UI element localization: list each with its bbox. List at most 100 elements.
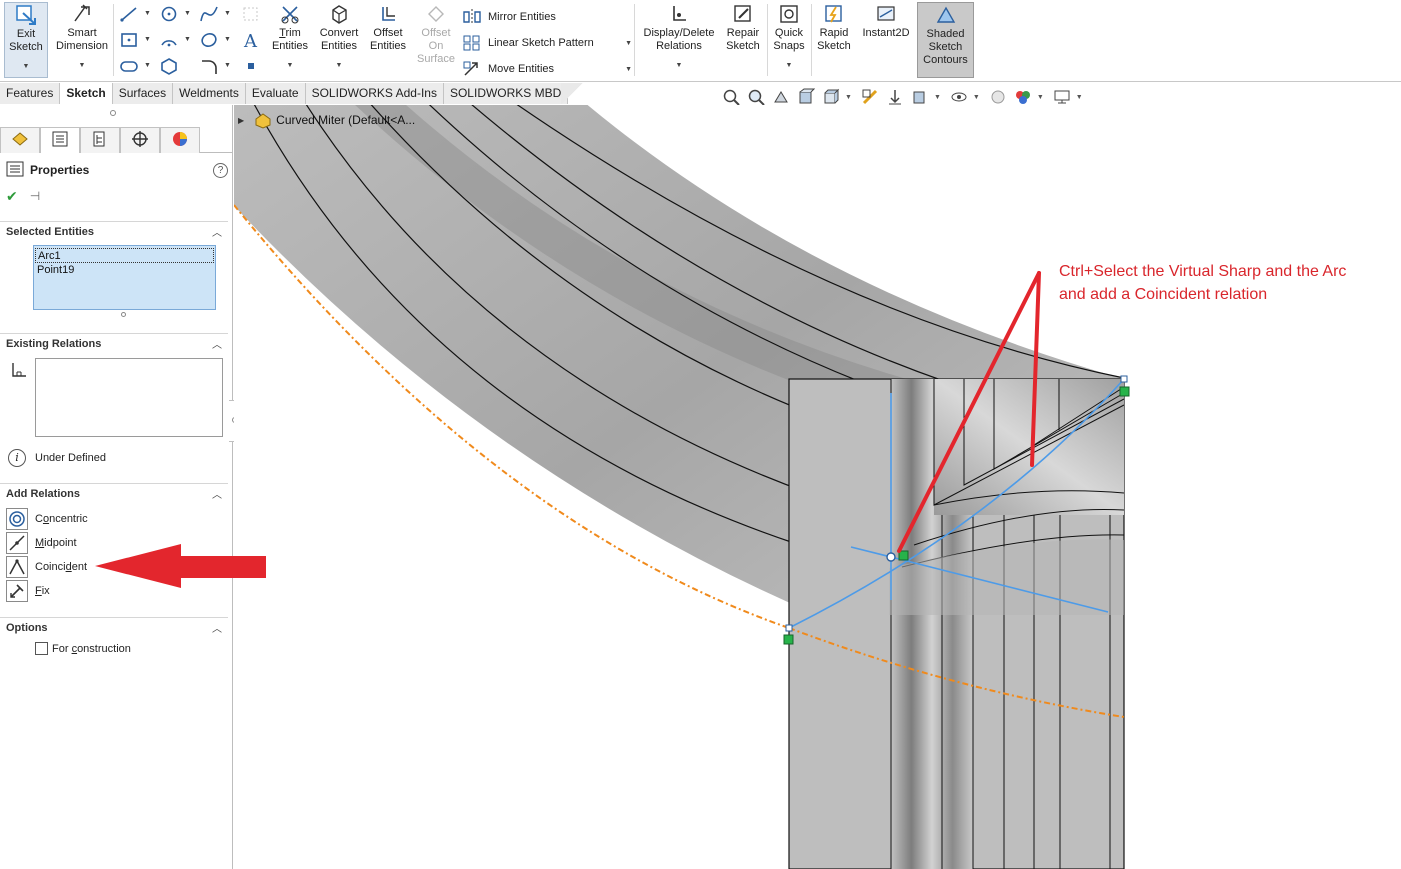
chevron-down-icon[interactable]: ▼ bbox=[287, 59, 294, 72]
chevron-down-icon[interactable]: ▼ bbox=[144, 10, 151, 17]
instant2d-button[interactable]: Instant2D bbox=[858, 2, 914, 40]
expand-triangle-icon[interactable]: ▶ bbox=[238, 116, 244, 125]
trim-entities-button[interactable]: Trim Entities ▼ bbox=[268, 2, 312, 72]
chevron-down-icon[interactable]: ▼ bbox=[1037, 94, 1044, 101]
chevron-down-icon[interactable]: ▼ bbox=[676, 59, 683, 72]
selected-entities-section-header[interactable]: Selected Entities ︿ bbox=[0, 221, 228, 241]
tab-sketch[interactable]: Sketch bbox=[60, 83, 113, 104]
hide-show-items-icon[interactable] bbox=[884, 87, 906, 107]
configuration-manager-tab[interactable] bbox=[80, 127, 120, 153]
collapse-chevron-icon[interactable]: ︿ bbox=[212, 486, 222, 501]
add-relations-section-header[interactable]: Add Relations ︿ bbox=[0, 483, 228, 503]
arc-endpoint-marker-top[interactable] bbox=[1119, 386, 1130, 397]
tab-solidworks-mbd[interactable]: SOLIDWORKS MBD bbox=[443, 83, 569, 104]
chevron-down-icon[interactable]: ▼ bbox=[1076, 94, 1083, 101]
quick-snaps-button[interactable]: Quick Snaps ▼ bbox=[770, 2, 808, 72]
for-construction-option[interactable]: For construction bbox=[35, 642, 131, 655]
line-icon[interactable] bbox=[117, 4, 141, 24]
model-canvas[interactable] bbox=[234, 105, 1401, 869]
for-construction-checkbox[interactable] bbox=[35, 642, 48, 655]
chevron-down-icon[interactable]: ▼ bbox=[184, 10, 191, 17]
zoom-to-area-icon[interactable] bbox=[745, 87, 767, 107]
graphics-viewport[interactable]: ▶ Curved Miter (Default<A... Ctrl+Select… bbox=[234, 105, 1401, 869]
tab-surfaces[interactable]: Surfaces bbox=[112, 83, 174, 104]
move-entities-button[interactable]: Move Entities ▼ bbox=[462, 56, 632, 82]
chevron-down-icon[interactable]: ▼ bbox=[973, 94, 980, 101]
zoom-to-fit-icon[interactable] bbox=[720, 87, 742, 107]
collapse-chevron-icon[interactable]: ︿ bbox=[212, 336, 222, 351]
help-icon[interactable]: ? bbox=[213, 162, 228, 178]
display-manager-tab[interactable] bbox=[160, 127, 200, 153]
fillet-icon[interactable] bbox=[197, 56, 221, 76]
spline-icon[interactable] bbox=[197, 4, 221, 24]
ellipse-icon[interactable] bbox=[197, 30, 221, 50]
arc-endpoint-marker-bottom[interactable] bbox=[783, 634, 794, 645]
rapid-sketch-button[interactable]: Rapid Sketch bbox=[814, 2, 854, 53]
offset-on-surface-button[interactable]: Offset On Surface bbox=[414, 2, 458, 66]
apply-scene-icon[interactable] bbox=[987, 87, 1009, 107]
chevron-down-icon[interactable]: ▼ bbox=[845, 94, 852, 101]
feature-tree-root[interactable]: ▶ Curved Miter (Default<A... bbox=[238, 111, 415, 129]
linear-sketch-pattern-button[interactable]: Linear Sketch Pattern ▼ bbox=[462, 30, 632, 56]
rectangle-icon[interactable] bbox=[117, 30, 141, 50]
arc-endpoint-handle-bottom[interactable] bbox=[785, 624, 793, 632]
text-icon[interactable]: A bbox=[239, 30, 263, 50]
tab-weldments[interactable]: Weldments bbox=[173, 83, 246, 104]
arc-endpoint-handle-top[interactable] bbox=[1120, 375, 1128, 383]
repair-sketch-button[interactable]: Repair Sketch bbox=[722, 2, 764, 53]
ok-check-icon[interactable]: ✔ bbox=[6, 188, 18, 205]
eye-icon[interactable] bbox=[948, 87, 970, 107]
list-item[interactable]: Arc1 bbox=[35, 248, 214, 263]
view-settings-icon[interactable] bbox=[1051, 87, 1073, 107]
chevron-down-icon[interactable]: ▼ bbox=[625, 66, 632, 73]
appearance-palette-icon[interactable] bbox=[1012, 87, 1034, 107]
chevron-down-icon[interactable]: ▼ bbox=[934, 94, 941, 101]
pushpin-icon[interactable]: ⊣ bbox=[30, 189, 40, 203]
display-style-icon[interactable] bbox=[859, 87, 881, 107]
mirror-entities-button[interactable]: Mirror Entities bbox=[462, 4, 632, 30]
property-manager-tab[interactable] bbox=[40, 127, 80, 153]
existing-relations-list[interactable] bbox=[35, 358, 223, 437]
offset-entities-button[interactable]: Offset Entities bbox=[366, 2, 410, 53]
chevron-down-icon[interactable]: ▼ bbox=[184, 36, 191, 43]
collapse-chevron-icon[interactable]: ︿ bbox=[212, 224, 222, 239]
selected-entities-list[interactable]: Arc1 Point19 bbox=[33, 245, 216, 310]
options-section-header[interactable]: Options ︿ bbox=[0, 617, 228, 637]
shaded-sketch-contours-button[interactable]: Shaded Sketch Contours bbox=[917, 2, 974, 78]
panel-grip-handle[interactable] bbox=[110, 110, 116, 116]
view-orientation-icon[interactable] bbox=[820, 87, 842, 107]
list-item[interactable]: Point19 bbox=[35, 263, 214, 278]
chevron-down-icon[interactable]: ▼ bbox=[224, 10, 231, 17]
exit-sketch-button[interactable]: Exit Sketch ▼ bbox=[4, 2, 48, 78]
virtual-sharp-point[interactable] bbox=[886, 552, 896, 562]
relation-concentric-button[interactable]: Concentric bbox=[6, 507, 236, 531]
edit-appearance-icon[interactable] bbox=[909, 87, 931, 107]
chevron-down-icon[interactable]: ▼ bbox=[625, 40, 632, 47]
slot-icon[interactable] bbox=[117, 56, 141, 76]
feature-manager-tab[interactable] bbox=[0, 127, 40, 153]
point-icon[interactable] bbox=[239, 56, 263, 76]
tab-evaluate[interactable]: Evaluate bbox=[245, 83, 306, 104]
chevron-down-icon[interactable]: ▼ bbox=[144, 62, 151, 69]
smart-dimension-button[interactable]: Smart Dimension ▼ bbox=[54, 2, 110, 72]
chevron-down-icon[interactable]: ▼ bbox=[336, 59, 343, 72]
chevron-down-icon[interactable]: ▼ bbox=[786, 59, 793, 72]
dimxpert-manager-tab[interactable] bbox=[120, 127, 160, 153]
tab-solidworks-add-ins[interactable]: SOLIDWORKS Add-Ins bbox=[305, 83, 444, 104]
chevron-down-icon[interactable]: ▼ bbox=[144, 36, 151, 43]
chevron-down-icon[interactable]: ▼ bbox=[224, 62, 231, 69]
display-delete-relations-button[interactable]: Display/Delete Relations ▼ bbox=[640, 2, 718, 72]
arc-icon[interactable] bbox=[157, 30, 181, 50]
chevron-down-icon[interactable]: ▼ bbox=[224, 36, 231, 43]
section-view-icon[interactable] bbox=[795, 87, 817, 107]
previous-view-icon[interactable] bbox=[770, 87, 792, 107]
convert-entities-button[interactable]: Convert Entities ▼ bbox=[315, 2, 363, 72]
tab-features[interactable]: Features bbox=[0, 83, 61, 104]
polygon-icon[interactable] bbox=[157, 56, 181, 76]
chevron-down-icon[interactable]: ▼ bbox=[79, 59, 86, 72]
list-resize-handle[interactable] bbox=[121, 312, 126, 317]
existing-relations-section-header[interactable]: Existing Relations ︿ bbox=[0, 333, 228, 353]
collapse-chevron-icon[interactable]: ︿ bbox=[212, 620, 222, 635]
circle-icon[interactable] bbox=[157, 4, 181, 24]
chevron-down-icon[interactable]: ▼ bbox=[23, 60, 30, 73]
